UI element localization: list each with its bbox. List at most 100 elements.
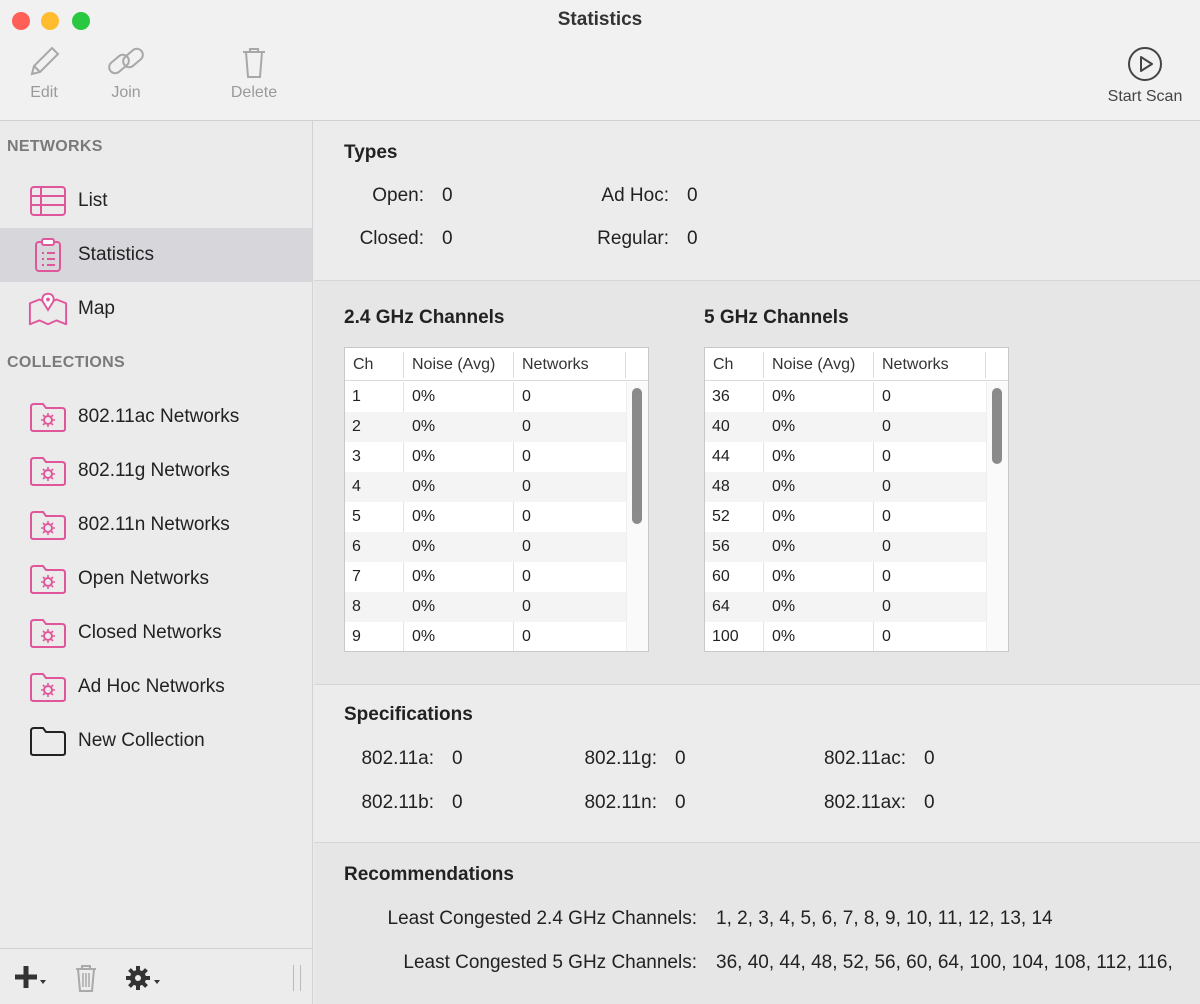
cell-ch: 3 — [352, 448, 361, 465]
sidebar-item-open-networks[interactable]: Open Networks — [0, 552, 312, 606]
cell-ch: 8 — [352, 598, 361, 615]
sidebar-item-80211g[interactable]: 802.11g Networks — [0, 444, 312, 498]
channels24-table[interactable]: Ch Noise (Avg) Networks 1 0% 0 2 0% 0 3 0% 0 4… — [344, 347, 649, 652]
table-scrollbar[interactable] — [632, 388, 642, 524]
sidebar-item-80211ac[interactable]: 802.11ac Networks — [0, 390, 312, 444]
table-row[interactable]: 56 0% 0 — [705, 532, 987, 562]
closed-label: Closed: — [359, 228, 424, 249]
column-header-networks[interactable]: Networks — [522, 356, 589, 374]
cell-noise: 0% — [412, 508, 436, 525]
spec-b-label: 802.11b: — [361, 792, 434, 813]
table-row[interactable]: 4 0% 0 — [345, 472, 627, 502]
sidebar-item-label: New Collection — [78, 730, 205, 751]
cell-networks: 0 — [882, 388, 891, 405]
cell-noise: 0% — [412, 388, 436, 405]
sidebar-item-list[interactable]: List — [0, 174, 312, 228]
table-row[interactable]: 6 0% 0 — [345, 532, 627, 562]
delete-button[interactable]: Delete — [222, 44, 286, 102]
table-row[interactable]: 7 0% 0 — [345, 562, 627, 592]
spec-ac-value: 0 — [924, 748, 935, 769]
table-row[interactable]: 8 0% 0 — [345, 592, 627, 622]
window-title: Statistics — [557, 9, 643, 30]
recommendations-section: Recommendations Least Congested 2.4 GHz … — [314, 843, 1200, 1004]
table-row[interactable]: 40 0% 0 — [705, 412, 987, 442]
cell-networks: 0 — [522, 568, 531, 585]
adhoc-label: Ad Hoc: — [601, 185, 669, 206]
start-scan-label: Start Scan — [1107, 88, 1183, 105]
cell-networks: 0 — [522, 538, 531, 555]
spec-g-value: 0 — [675, 748, 686, 769]
cell-networks: 0 — [882, 508, 891, 525]
sidebar-footer — [0, 948, 312, 1004]
column-header-noise[interactable]: Noise (Avg) — [412, 356, 495, 374]
plus-icon — [15, 966, 46, 988]
table-row[interactable]: 9 0% 0 — [345, 622, 627, 651]
open-value: 0 — [442, 185, 453, 206]
spec-a-value: 0 — [452, 748, 463, 769]
smart-folder-icon — [28, 451, 68, 491]
table-row[interactable]: 2 0% 0 — [345, 412, 627, 442]
cell-noise: 0% — [412, 568, 436, 585]
cell-networks: 0 — [882, 568, 891, 585]
add-collection-button[interactable] — [12, 963, 48, 997]
table-row[interactable]: 1 0% 0 — [345, 382, 627, 412]
sidebar-resize-handle[interactable] — [293, 965, 301, 991]
remove-collection-button[interactable] — [74, 963, 98, 999]
column-header-ch[interactable]: Ch — [713, 356, 733, 374]
table-row[interactable]: 3 0% 0 — [345, 442, 627, 472]
edit-button[interactable]: Edit — [22, 44, 66, 102]
cell-noise: 0% — [772, 418, 796, 435]
join-button[interactable]: Join — [100, 44, 152, 102]
sidebar-item-map[interactable]: Map — [0, 282, 312, 336]
cell-ch: 36 — [712, 388, 730, 405]
cell-networks: 0 — [522, 598, 531, 615]
cell-noise: 0% — [412, 418, 436, 435]
delete-label: Delete — [230, 84, 278, 101]
table-header: Ch Noise (Avg) Networks — [345, 348, 648, 381]
table-row[interactable]: 100 0% 0 — [705, 622, 987, 651]
least-congested-5-label: Least Congested 5 GHz Channels: — [403, 952, 697, 973]
sidebar-item-closed-networks[interactable]: Closed Networks — [0, 606, 312, 660]
table-row[interactable]: 60 0% 0 — [705, 562, 987, 592]
table-row[interactable]: 44 0% 0 — [705, 442, 987, 472]
sidebar-item-adhoc-networks[interactable]: Ad Hoc Networks — [0, 660, 312, 714]
collections-section-header: COLLECTIONS — [7, 354, 125, 371]
table-row[interactable]: 36 0% 0 — [705, 382, 987, 412]
least-congested-5-value: 36, 40, 44, 48, 52, 56, 60, 64, 100, 104… — [716, 952, 1173, 973]
table-row[interactable]: 48 0% 0 — [705, 472, 987, 502]
sidebar-item-statistics[interactable]: Statistics — [0, 228, 312, 282]
sidebar-item-label: 802.11g Networks — [78, 460, 230, 481]
list-icon — [28, 181, 68, 221]
folder-icon — [28, 721, 68, 761]
sidebar-item-new-collection[interactable]: New Collection — [0, 714, 312, 768]
clipboard-icon — [28, 235, 68, 275]
sidebar-item-80211n[interactable]: 802.11n Networks — [0, 498, 312, 552]
window-toolbar: Statistics Edit Join Delete Start Scan — [0, 0, 1200, 121]
pencil-icon — [30, 46, 60, 76]
table-row[interactable]: 64 0% 0 — [705, 592, 987, 622]
least-congested-24-label: Least Congested 2.4 GHz Channels: — [387, 908, 697, 929]
column-header-ch[interactable]: Ch — [353, 356, 373, 374]
cell-ch: 64 — [712, 598, 730, 615]
spec-n-value: 0 — [675, 792, 686, 813]
cell-networks: 0 — [522, 418, 531, 435]
table-row[interactable]: 5 0% 0 — [345, 502, 627, 532]
regular-value: 0 — [687, 228, 698, 249]
column-header-networks[interactable]: Networks — [882, 356, 949, 374]
table-row[interactable]: 52 0% 0 — [705, 502, 987, 532]
sidebar-item-label: 802.11n Networks — [78, 514, 230, 535]
cell-noise: 0% — [772, 508, 796, 525]
spec-n-label: 802.11n: — [584, 792, 657, 813]
start-scan-button[interactable]: Start Scan — [1098, 44, 1192, 106]
column-header-noise[interactable]: Noise (Avg) — [772, 356, 855, 374]
cell-networks: 0 — [522, 508, 531, 525]
types-section: Types Open: 0 Closed: 0 Ad Hoc: 0 Regula… — [314, 121, 1200, 281]
action-menu-button[interactable] — [124, 963, 164, 999]
table-scrollbar[interactable] — [992, 388, 1002, 464]
map-icon — [28, 289, 68, 329]
channels5-table[interactable]: Ch Noise (Avg) Networks 36 0% 0 40 0% 0 44 0%… — [704, 347, 1009, 652]
cell-noise: 0% — [772, 568, 796, 585]
spec-ac-label: 802.11ac: — [823, 748, 906, 769]
cell-ch: 5 — [352, 508, 361, 525]
cell-ch: 44 — [712, 448, 730, 465]
